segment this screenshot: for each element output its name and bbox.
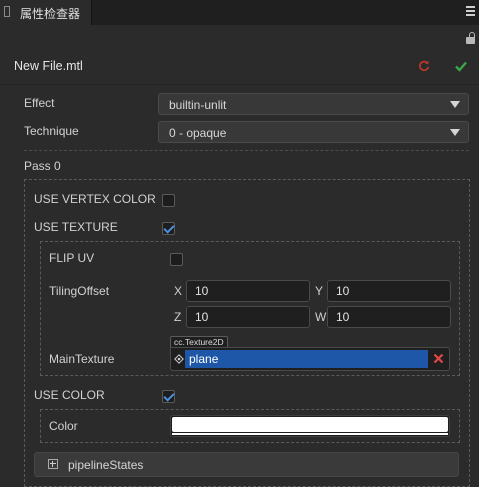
panel-header: 属性检查器: [0, 0, 479, 25]
use-color-label: USE COLOR: [34, 388, 105, 402]
use-color-checkbox[interactable]: [162, 390, 175, 403]
use-texture-checkbox[interactable]: [162, 222, 175, 235]
w-axis-label: W: [315, 310, 327, 324]
main-texture-field[interactable]: plane: [170, 347, 450, 371]
x-axis-label: X: [174, 284, 183, 298]
tiling-offset-label: TilingOffset: [49, 284, 110, 298]
header-divider: [0, 84, 479, 85]
use-vertex-color-label: USE VERTEX COLOR: [34, 192, 156, 206]
chevron-down-icon: [450, 101, 460, 108]
inspector-tab[interactable]: 属性检查器: [0, 0, 92, 25]
check-icon[interactable]: [454, 59, 468, 73]
locate-icon[interactable]: [174, 354, 184, 364]
lock-icon[interactable]: [466, 32, 476, 44]
y-axis-label: Y: [315, 284, 324, 298]
technique-select[interactable]: 0 - opaque: [158, 121, 469, 143]
file-name: New File.mtl: [14, 59, 83, 73]
tiling-offset-y-input[interactable]: [327, 280, 451, 302]
main-texture-label: MainTexture: [49, 352, 115, 366]
effect-select[interactable]: builtin-unlit: [158, 93, 469, 115]
color-swatch: [172, 417, 448, 432]
effect-label: Effect: [24, 96, 55, 110]
close-icon[interactable]: [433, 353, 444, 364]
menu-icon[interactable]: [466, 6, 475, 16]
panel-grip-icon: [4, 6, 10, 17]
z-axis-label: Z: [174, 310, 182, 324]
effect-value: builtin-unlit: [169, 98, 227, 112]
inspector-tab-title: 属性检查器: [20, 7, 81, 21]
flip-uv-checkbox[interactable]: [170, 253, 183, 266]
section-divider: [24, 150, 469, 151]
pipeline-states-section[interactable]: pipelineStates: [34, 452, 459, 477]
color-picker[interactable]: [170, 415, 450, 437]
expand-icon[interactable]: [48, 459, 58, 469]
color-alpha-bar: [172, 433, 448, 435]
tiling-offset-w-input[interactable]: [327, 306, 451, 328]
chevron-down-icon: [450, 129, 460, 136]
use-texture-label: USE TEXTURE: [34, 220, 118, 234]
tiling-offset-x-input[interactable]: [186, 280, 310, 302]
color-label: Color: [49, 419, 78, 433]
technique-label: Technique: [24, 124, 79, 138]
main-texture-value[interactable]: plane: [185, 350, 428, 368]
pass-label: Pass 0: [24, 159, 61, 173]
flip-uv-label: FLIP UV: [49, 251, 95, 265]
tiling-offset-z-input[interactable]: [186, 306, 310, 328]
pipeline-states-label: pipelineStates: [68, 458, 144, 472]
revert-icon[interactable]: [418, 60, 430, 72]
technique-value: 0 - opaque: [169, 126, 227, 140]
use-vertex-color-checkbox[interactable]: [162, 194, 175, 207]
